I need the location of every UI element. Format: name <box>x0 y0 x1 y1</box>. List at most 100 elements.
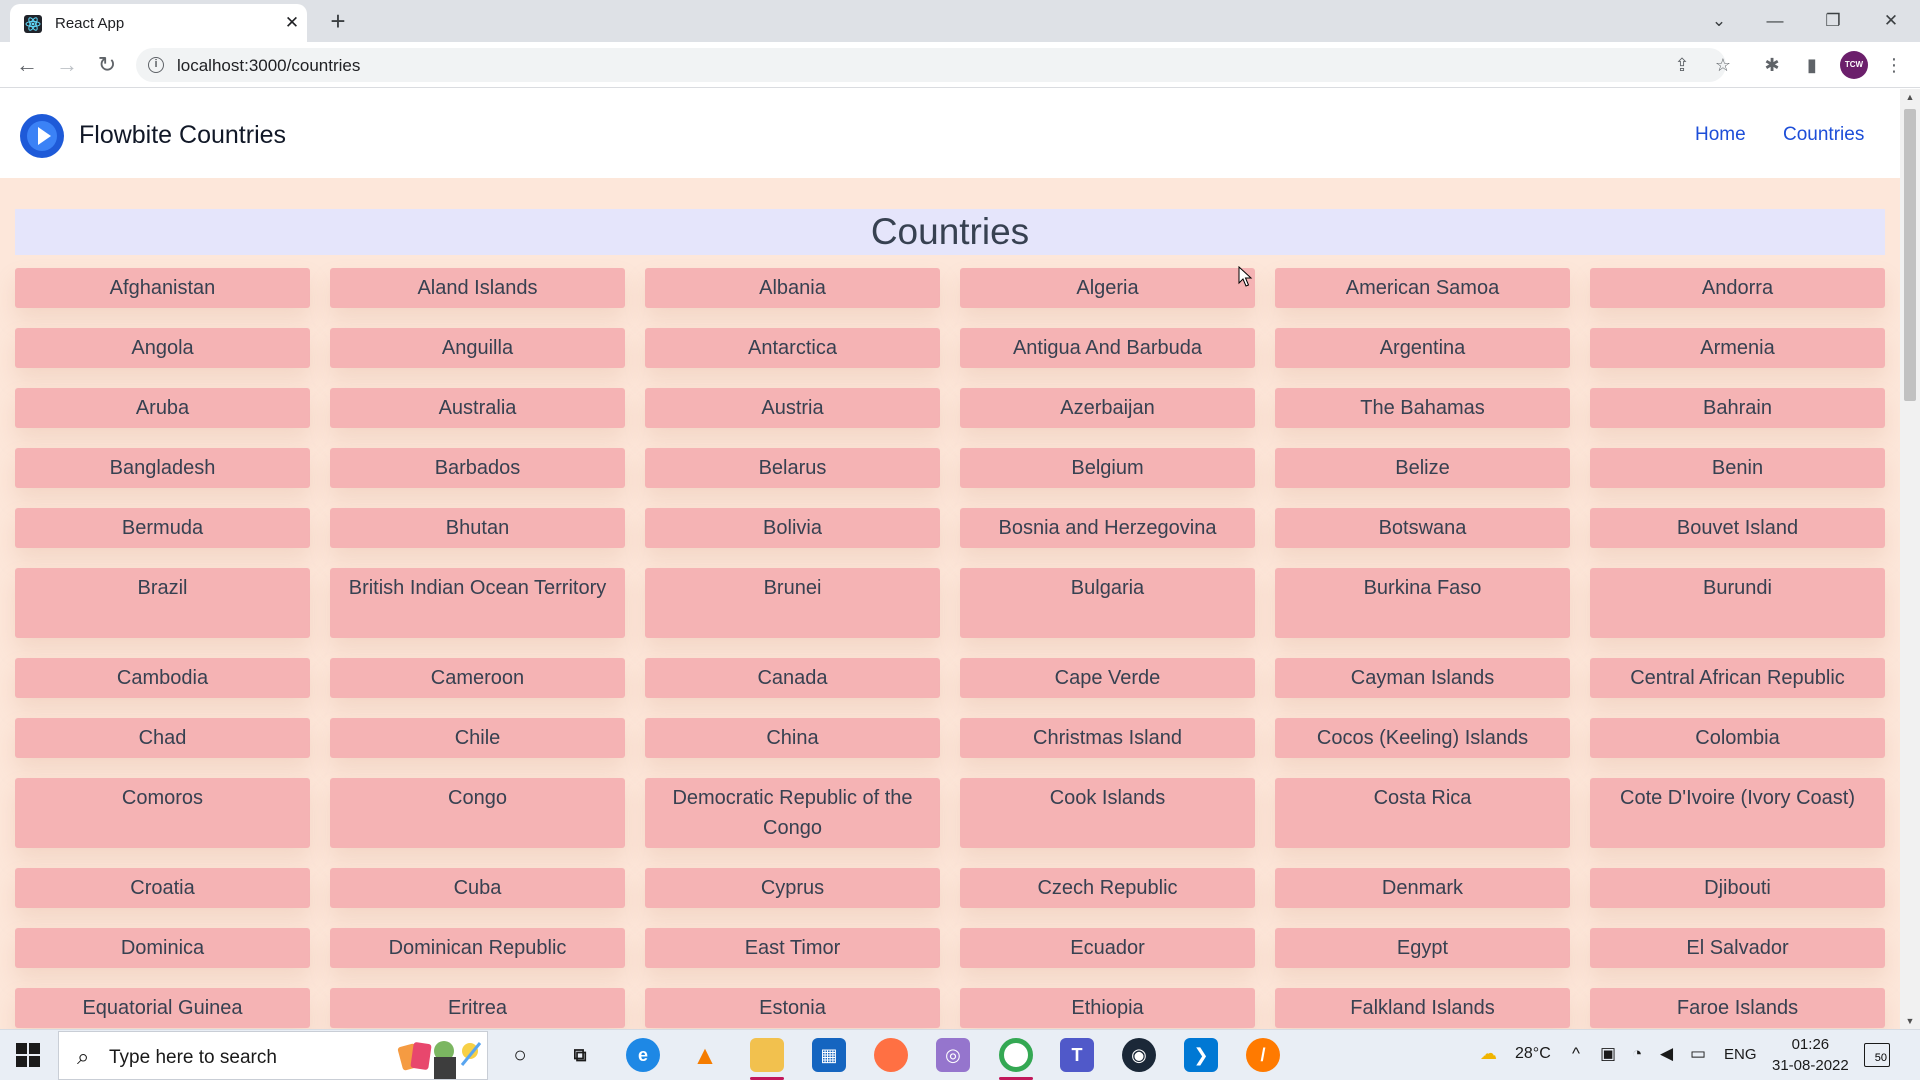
country-button[interactable]: Cyprus <box>645 868 940 908</box>
country-button[interactable]: Bermuda <box>15 508 310 548</box>
country-button[interactable]: Czech Republic <box>960 868 1255 908</box>
page-scrollbar[interactable]: ▲ ▼ <box>1900 89 1920 1029</box>
country-button[interactable]: Ecuador <box>960 928 1255 968</box>
country-button[interactable]: Cayman Islands <box>1275 658 1570 698</box>
country-button[interactable]: Comoros <box>15 778 310 848</box>
nav-link-countries[interactable]: Countries <box>1783 124 1864 146</box>
country-button[interactable]: Djibouti <box>1590 868 1885 908</box>
vlc-icon[interactable]: ▲ <box>688 1038 722 1072</box>
tray-chevron-icon[interactable]: ^ <box>1572 1044 1580 1064</box>
country-button[interactable]: Brunei <box>645 568 940 638</box>
country-button[interactable]: Cambodia <box>15 658 310 698</box>
country-button[interactable]: Cape Verde <box>960 658 1255 698</box>
country-button[interactable]: The Bahamas <box>1275 388 1570 428</box>
country-button[interactable]: Armenia <box>1590 328 1885 368</box>
country-button[interactable]: Cote D'Ivoire (Ivory Coast) <box>1590 778 1885 848</box>
back-icon[interactable]: ← <box>14 52 40 78</box>
clock[interactable]: 01:26 31-08-2022 <box>1772 1034 1849 1076</box>
country-button[interactable]: Bosnia and Herzegovina <box>960 508 1255 548</box>
country-button[interactable]: Antarctica <box>645 328 940 368</box>
info-icon[interactable]: i <box>148 57 164 73</box>
country-button[interactable]: Denmark <box>1275 868 1570 908</box>
vscode-icon[interactable]: ❯ <box>1184 1038 1218 1072</box>
country-button[interactable]: Bolivia <box>645 508 940 548</box>
country-button[interactable]: Australia <box>330 388 625 428</box>
country-button[interactable]: Andorra <box>1590 268 1885 308</box>
country-button[interactable]: Aruba <box>15 388 310 428</box>
sidepanel-icon[interactable]: ▮ <box>1800 53 1824 77</box>
url-text[interactable]: localhost:3000/countries <box>177 56 360 76</box>
country-button[interactable]: American Samoa <box>1275 268 1570 308</box>
tab-search-icon[interactable]: ⌄ <box>1704 7 1734 35</box>
country-button[interactable]: Aland Islands <box>330 268 625 308</box>
tray-device-icon[interactable]: ▣ <box>1600 1044 1616 1064</box>
address-bar[interactable]: i localhost:3000/countries ⇪ ☆ <box>136 48 1731 82</box>
weather-icon[interactable]: ☁ <box>1480 1044 1497 1064</box>
country-button[interactable]: Egypt <box>1275 928 1570 968</box>
country-button[interactable]: Canada <box>645 658 940 698</box>
country-button[interactable]: Antigua And Barbuda <box>960 328 1255 368</box>
country-button[interactable]: Algeria <box>960 268 1255 308</box>
steam-icon[interactable]: ◉ <box>1122 1038 1156 1072</box>
language-indicator[interactable]: ENG <box>1724 1046 1757 1063</box>
country-button[interactable]: Ethiopia <box>960 988 1255 1028</box>
country-button[interactable]: Burkina Faso <box>1275 568 1570 638</box>
country-button[interactable]: Eritrea <box>330 988 625 1028</box>
scroll-down-icon[interactable]: ▼ <box>1900 1013 1920 1029</box>
country-button[interactable]: Congo <box>330 778 625 848</box>
weather-temp[interactable]: 28°C <box>1515 1045 1551 1063</box>
notification-center-icon[interactable]: 50 <box>1864 1043 1890 1067</box>
country-button[interactable]: Bhutan <box>330 508 625 548</box>
file-explorer-icon[interactable] <box>750 1038 784 1072</box>
nav-link-home[interactable]: Home <box>1695 124 1746 146</box>
network-icon[interactable]: ◔ <box>1632 1044 1642 1064</box>
country-button[interactable]: Cocos (Keeling) Islands <box>1275 718 1570 758</box>
menu-icon[interactable]: ⋮ <box>1882 53 1906 77</box>
tab-react-app[interactable]: React App ✕ <box>10 4 307 42</box>
country-button[interactable]: Estonia <box>645 988 940 1028</box>
country-button[interactable]: Afghanistan <box>15 268 310 308</box>
extensions-icon[interactable]: ✱ <box>1760 53 1784 77</box>
country-button[interactable]: Dominica <box>15 928 310 968</box>
firefox-icon[interactable] <box>874 1038 908 1072</box>
profile-avatar[interactable]: TCW <box>1840 51 1868 79</box>
country-button[interactable]: Belgium <box>960 448 1255 488</box>
country-button[interactable]: Faroe Islands <box>1590 988 1885 1028</box>
reload-icon[interactable]: ↻ <box>94 52 120 78</box>
restore-button[interactable]: ❐ <box>1818 7 1848 35</box>
country-button[interactable]: Chile <box>330 718 625 758</box>
country-button[interactable]: British Indian Ocean Territory <box>330 568 625 638</box>
teams-icon[interactable]: T <box>1060 1038 1094 1072</box>
task-view-icon[interactable]: ⧉ <box>563 1038 597 1072</box>
country-button[interactable]: East Timor <box>645 928 940 968</box>
scroll-up-icon[interactable]: ▲ <box>1900 89 1920 105</box>
flowbite-logo-icon[interactable] <box>20 114 64 158</box>
edge-icon[interactable]: e <box>626 1038 660 1072</box>
brand-name[interactable]: Flowbite Countries <box>79 121 286 150</box>
country-button[interactable]: Brazil <box>15 568 310 638</box>
country-button[interactable]: Democratic Republic of the Congo <box>645 778 940 848</box>
forward-icon[interactable]: → <box>54 52 80 78</box>
country-button[interactable]: Argentina <box>1275 328 1570 368</box>
country-button[interactable]: Dominican Republic <box>330 928 625 968</box>
country-button[interactable]: Benin <box>1590 448 1885 488</box>
chrome-icon[interactable] <box>999 1038 1033 1072</box>
country-button[interactable]: Anguilla <box>330 328 625 368</box>
country-button[interactable]: Central African Republic <box>1590 658 1885 698</box>
windows-start-icon[interactable] <box>16 1043 40 1067</box>
new-tab-button[interactable]: + <box>324 7 352 35</box>
country-button[interactable]: Chad <box>15 718 310 758</box>
app-icon[interactable]: / <box>1246 1038 1280 1072</box>
close-window-button[interactable]: ✕ <box>1876 7 1906 35</box>
search-placeholder[interactable]: Type here to search <box>109 1047 277 1069</box>
scroll-thumb[interactable] <box>1904 109 1916 401</box>
country-button[interactable]: Barbados <box>330 448 625 488</box>
country-button[interactable]: Bouvet Island <box>1590 508 1885 548</box>
country-button[interactable]: Christmas Island <box>960 718 1255 758</box>
volume-icon[interactable]: ◀ <box>1660 1044 1673 1064</box>
country-button[interactable]: Austria <box>645 388 940 428</box>
country-button[interactable]: China <box>645 718 940 758</box>
country-button[interactable]: Falkland Islands <box>1275 988 1570 1028</box>
photos-icon[interactable]: ◎ <box>936 1038 970 1072</box>
country-button[interactable]: Bulgaria <box>960 568 1255 638</box>
